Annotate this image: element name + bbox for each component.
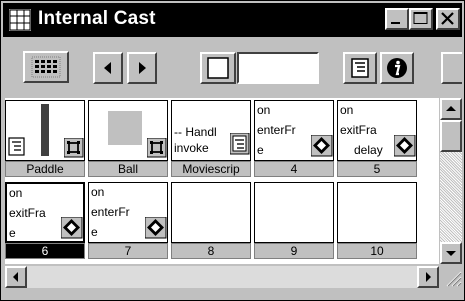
script-preview-line: delay	[354, 143, 383, 157]
scroll-down-button[interactable]	[440, 242, 462, 264]
cast-grid: Paddle Ball -- Handl invoke Moviescrip o…	[5, 98, 439, 264]
vertical-scroll-track[interactable]	[440, 152, 462, 242]
behavior-icon	[61, 217, 83, 239]
next-member-button[interactable]	[127, 52, 157, 84]
internal-cast-window: Internal Cast Paddle Ball -- Handl invok…	[0, 0, 465, 301]
script-preview-line: on	[257, 103, 271, 117]
script-preview-line: exitFra	[340, 123, 377, 137]
cast-thumbnail: on exitFra delay	[337, 100, 417, 161]
script-preview-line: enterFr	[91, 205, 130, 219]
cast-member-number: 4	[254, 161, 334, 177]
horizontal-scrollbar[interactable]	[5, 266, 439, 288]
cast-view-style-button[interactable]	[23, 51, 69, 83]
cast-member-script-button[interactable]	[343, 52, 377, 84]
script-preview-line: enterFr	[257, 123, 296, 137]
maximize-button[interactable]	[409, 8, 433, 30]
member-type-button[interactable]	[200, 52, 236, 84]
scroll-up-button[interactable]	[440, 98, 462, 120]
cast-member-1[interactable]: Paddle	[5, 100, 85, 178]
info-icon	[387, 58, 407, 78]
close-button[interactable]	[436, 8, 460, 30]
cast-thumbnail: -- Handl invoke	[171, 100, 251, 161]
cast-thumbnail	[5, 100, 85, 161]
previous-member-button[interactable]	[93, 52, 123, 84]
title-bar[interactable]: Internal Cast	[3, 3, 462, 37]
script-icon	[8, 137, 25, 156]
vertical-scrollbar[interactable]	[440, 98, 462, 264]
cast-thumbnail	[337, 182, 417, 243]
script-icon	[230, 133, 250, 155]
behavior-icon	[145, 217, 167, 239]
bitmap-icon	[64, 138, 84, 158]
cast-member-number: 6	[5, 243, 85, 259]
scroll-left-button[interactable]	[5, 266, 27, 288]
toolbar-overflow-button[interactable]	[441, 52, 462, 84]
resize-grip-icon	[442, 266, 462, 288]
triangle-right-icon	[139, 62, 146, 74]
cast-member-number: 8	[171, 243, 251, 259]
cast-member-number: 7	[88, 243, 168, 259]
cast-window-icon	[9, 9, 31, 31]
script-preview-line: on	[9, 186, 23, 200]
cast-member-3[interactable]: -- Handl invoke Moviescrip	[171, 100, 251, 178]
cast-member-4[interactable]: on enterFr e 4	[254, 100, 334, 178]
horizontal-scroll-track[interactable]	[27, 266, 417, 288]
cast-member-2[interactable]: Ball	[88, 100, 168, 178]
cast-member-7[interactable]: on enterFr e 7	[88, 182, 168, 260]
cast-thumbnail	[88, 100, 168, 161]
cast-member-10[interactable]: 10	[337, 182, 417, 260]
cast-member-name: Ball	[88, 161, 168, 177]
script-preview-line: e	[9, 226, 16, 240]
behavior-icon	[394, 135, 416, 157]
behavior-icon	[311, 135, 333, 157]
cast-thumbnail	[171, 182, 251, 243]
vertical-scroll-thumb[interactable]	[440, 120, 462, 152]
cast-member-6[interactable]: on exitFra e 6	[5, 182, 85, 260]
cast-member-8[interactable]: 8	[171, 182, 251, 260]
close-icon	[441, 12, 454, 25]
cast-member-name: Moviescrip	[171, 161, 251, 177]
minimize-button[interactable]	[385, 8, 409, 30]
script-preview-line: e	[257, 143, 264, 157]
minimize-icon	[391, 22, 400, 24]
script-preview-line: e	[91, 225, 98, 239]
toolbar	[3, 38, 462, 96]
square-icon	[207, 57, 229, 79]
cast-thumbnail: on enterFr e	[254, 100, 334, 161]
member-name-field[interactable]	[237, 52, 319, 84]
script-preview-line: on	[340, 103, 354, 117]
arrow-up-icon	[446, 106, 456, 111]
script-preview-line: -- Handl	[174, 125, 217, 139]
cast-member-9[interactable]: 9	[254, 182, 334, 260]
maximize-icon	[413, 12, 428, 24]
scroll-right-button[interactable]	[417, 266, 439, 288]
cast-thumbnail: on exitFra e	[5, 182, 85, 243]
script-icon	[351, 58, 369, 78]
script-preview-line: on	[91, 185, 105, 199]
cast-member-number: 10	[337, 243, 417, 259]
bitmap-icon	[147, 138, 167, 158]
cast-member-name: Paddle	[5, 161, 85, 177]
arrow-down-icon	[446, 251, 456, 256]
script-preview-line: exitFra	[9, 206, 46, 220]
script-preview-line: invoke	[174, 141, 209, 155]
resize-grip[interactable]	[442, 266, 462, 288]
arrow-left-icon	[13, 272, 18, 282]
cast-member-number: 5	[337, 161, 417, 177]
cast-member-5[interactable]: on exitFra delay 5	[337, 100, 417, 178]
window-title: Internal Cast	[38, 8, 156, 29]
cast-thumbnail: on enterFr e	[88, 182, 168, 243]
triangle-left-icon	[104, 62, 111, 74]
cast-thumbnail	[254, 182, 334, 243]
cast-member-properties-button[interactable]	[380, 52, 414, 84]
arrow-right-icon	[426, 272, 431, 282]
cast-member-number: 9	[254, 243, 334, 259]
grid-icon	[31, 56, 61, 78]
